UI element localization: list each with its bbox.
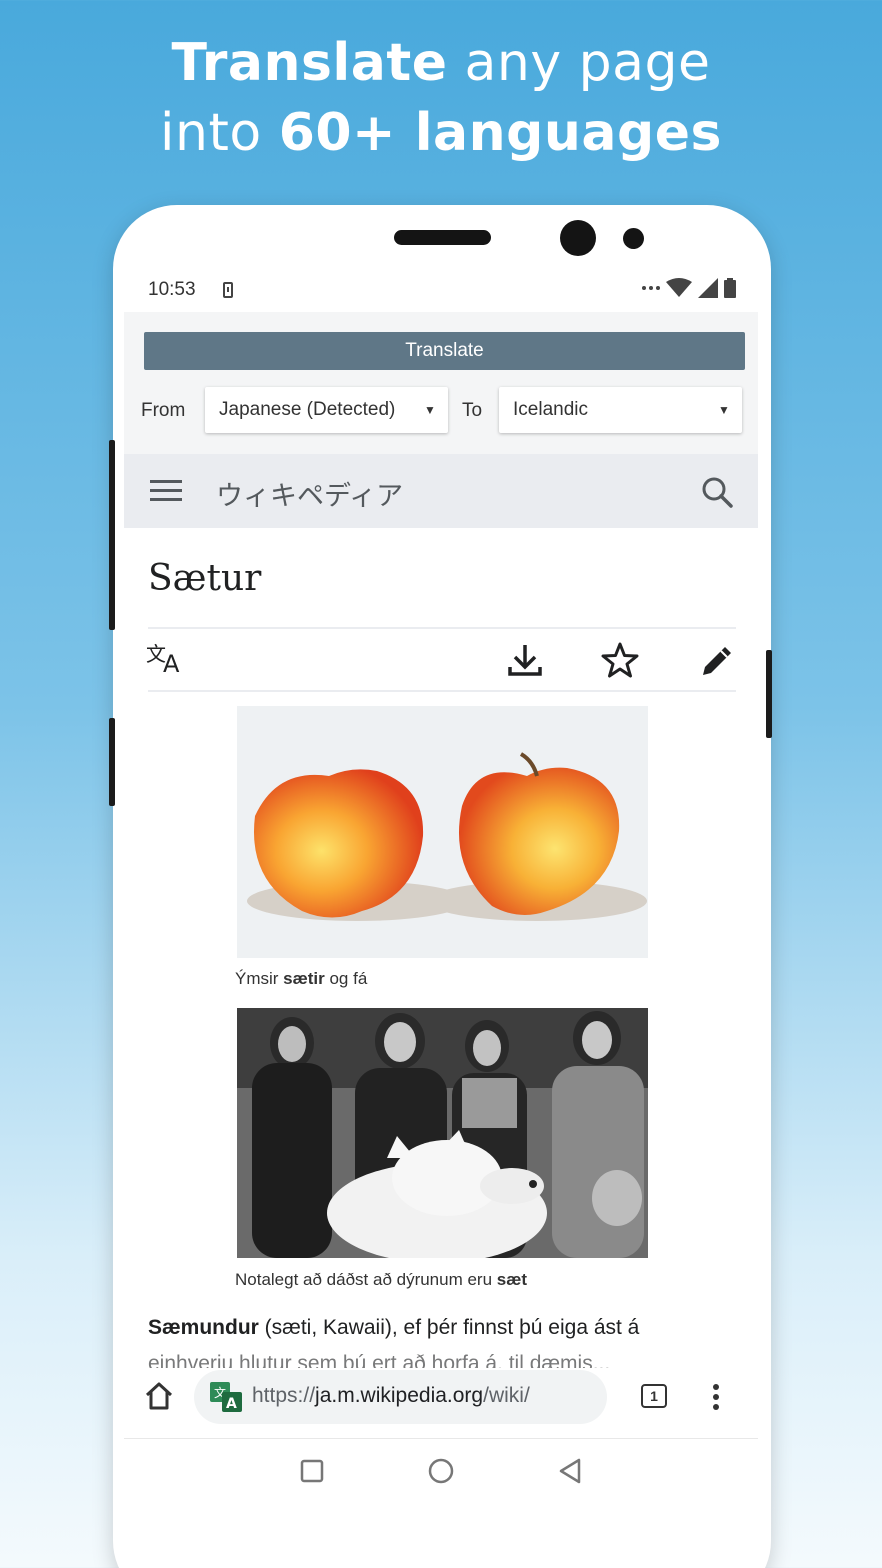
svg-text:A: A bbox=[226, 1396, 237, 1412]
caption-apples-pre: Ýmsir bbox=[235, 969, 284, 988]
menu-icon[interactable] bbox=[150, 480, 182, 502]
promo-line-2-light: into bbox=[160, 103, 279, 163]
caption-apples-bold: sætir bbox=[283, 969, 325, 988]
caption-people-dog-bold: sæt bbox=[496, 1270, 528, 1289]
phone-screen: 10:53 Translate From Japanese (Detected)… bbox=[124, 268, 758, 1504]
page-title: Sætur bbox=[148, 558, 262, 599]
front-camera bbox=[560, 220, 596, 256]
wiki-header: ウィキペディア bbox=[124, 454, 758, 528]
divider bbox=[148, 690, 736, 692]
url-path: /wiki/ bbox=[483, 1384, 530, 1407]
svg-text:A: A bbox=[163, 650, 180, 675]
translate-button[interactable]: Translate bbox=[144, 332, 745, 370]
promo-line-1: Translate any page bbox=[0, 28, 882, 98]
paragraph-text: (sæti, Kawaii), ef þér finnst þú eiga ás… bbox=[258, 1316, 640, 1339]
status-icons bbox=[642, 278, 736, 298]
back-icon[interactable] bbox=[558, 1458, 582, 1484]
promo-line-2-bold: 60+ languages bbox=[278, 103, 722, 163]
search-icon[interactable] bbox=[701, 476, 733, 508]
home-icon[interactable] bbox=[144, 1382, 174, 1410]
proximity-sensor bbox=[623, 228, 644, 249]
battery-icon bbox=[724, 278, 736, 298]
download-icon[interactable] bbox=[507, 643, 543, 677]
apples-image[interactable] bbox=[237, 706, 648, 958]
status-bar: 10:53 bbox=[124, 268, 758, 312]
system-nav-bar bbox=[124, 1438, 758, 1504]
url-bar[interactable]: 文 A https://ja.m.wikipedia.org/wiki/ bbox=[194, 1370, 607, 1424]
paragraph-bold-term: Sæmundur bbox=[148, 1316, 259, 1339]
to-label: To bbox=[462, 400, 483, 421]
caption-people-dog-pre: Notalegt að dáðst að dýrunum eru bbox=[235, 1270, 497, 1289]
article-paragraph-cutoff: einhverju hlutur sem þú ert að horfa á, … bbox=[148, 1352, 611, 1368]
promo-line-1-bold: Translate bbox=[171, 33, 448, 93]
edit-icon[interactable] bbox=[699, 643, 735, 679]
browser-toolbar: 文 A https://ja.m.wikipedia.org/wiki/ 1 bbox=[124, 1368, 758, 1438]
caption-apples: Ýmsir sætir og fá bbox=[235, 969, 367, 989]
divider bbox=[148, 627, 736, 629]
recents-icon[interactable] bbox=[300, 1459, 324, 1483]
article-paragraph: Sæmundur (sæti, Kawaii), ef þér finnst þ… bbox=[148, 1312, 748, 1344]
article-content: Sætur 文 A Ýmsir sætir og fá Notalegt að … bbox=[124, 528, 758, 1368]
chevron-down-icon: ▼ bbox=[718, 403, 730, 417]
signal-icon bbox=[698, 278, 718, 298]
translate-panel: Translate From Japanese (Detected) ▼ To … bbox=[124, 312, 758, 454]
url-scheme: https:// bbox=[252, 1384, 316, 1407]
to-language-select[interactable]: Icelandic ▼ bbox=[499, 387, 742, 433]
power-button bbox=[766, 650, 772, 738]
to-language-value: Icelandic bbox=[513, 399, 588, 420]
sim-icon bbox=[223, 282, 233, 298]
overflow-menu-icon[interactable] bbox=[712, 1384, 720, 1410]
volume-up-button bbox=[109, 440, 115, 630]
star-icon[interactable] bbox=[601, 642, 639, 678]
chevron-down-icon: ▼ bbox=[424, 403, 436, 417]
url-host: ja.m.wikipedia.org bbox=[315, 1384, 484, 1407]
wifi-icon bbox=[666, 278, 692, 297]
url-text: https://ja.m.wikipedia.org/wiki/ bbox=[252, 1384, 530, 1408]
from-language-value: Japanese (Detected) bbox=[219, 399, 396, 420]
language-icon[interactable]: 文 A bbox=[146, 641, 188, 675]
from-label: From bbox=[141, 400, 186, 421]
home-circle-icon[interactable] bbox=[428, 1458, 454, 1484]
more-dots-icon bbox=[642, 286, 660, 290]
translate-badge-icon[interactable]: 文 A bbox=[210, 1382, 242, 1412]
tab-switcher-button[interactable]: 1 bbox=[641, 1384, 667, 1408]
caption-people-dog: Notalegt að dáðst að dýrunum eru sæt bbox=[235, 1270, 527, 1290]
caption-apples-post: og fá bbox=[324, 969, 368, 988]
status-time: 10:53 bbox=[148, 279, 196, 300]
from-language-select[interactable]: Japanese (Detected) ▼ bbox=[205, 387, 448, 433]
speaker-grille bbox=[394, 230, 491, 245]
promo-line-1-light: any page bbox=[447, 33, 711, 93]
wiki-site-title[interactable]: ウィキペディア bbox=[216, 474, 403, 513]
people-dog-image[interactable] bbox=[237, 1008, 648, 1258]
promo-headline: Translate any page into 60+ languages bbox=[0, 28, 882, 168]
promo-line-2: into 60+ languages bbox=[0, 98, 882, 168]
volume-down-button bbox=[109, 718, 115, 806]
